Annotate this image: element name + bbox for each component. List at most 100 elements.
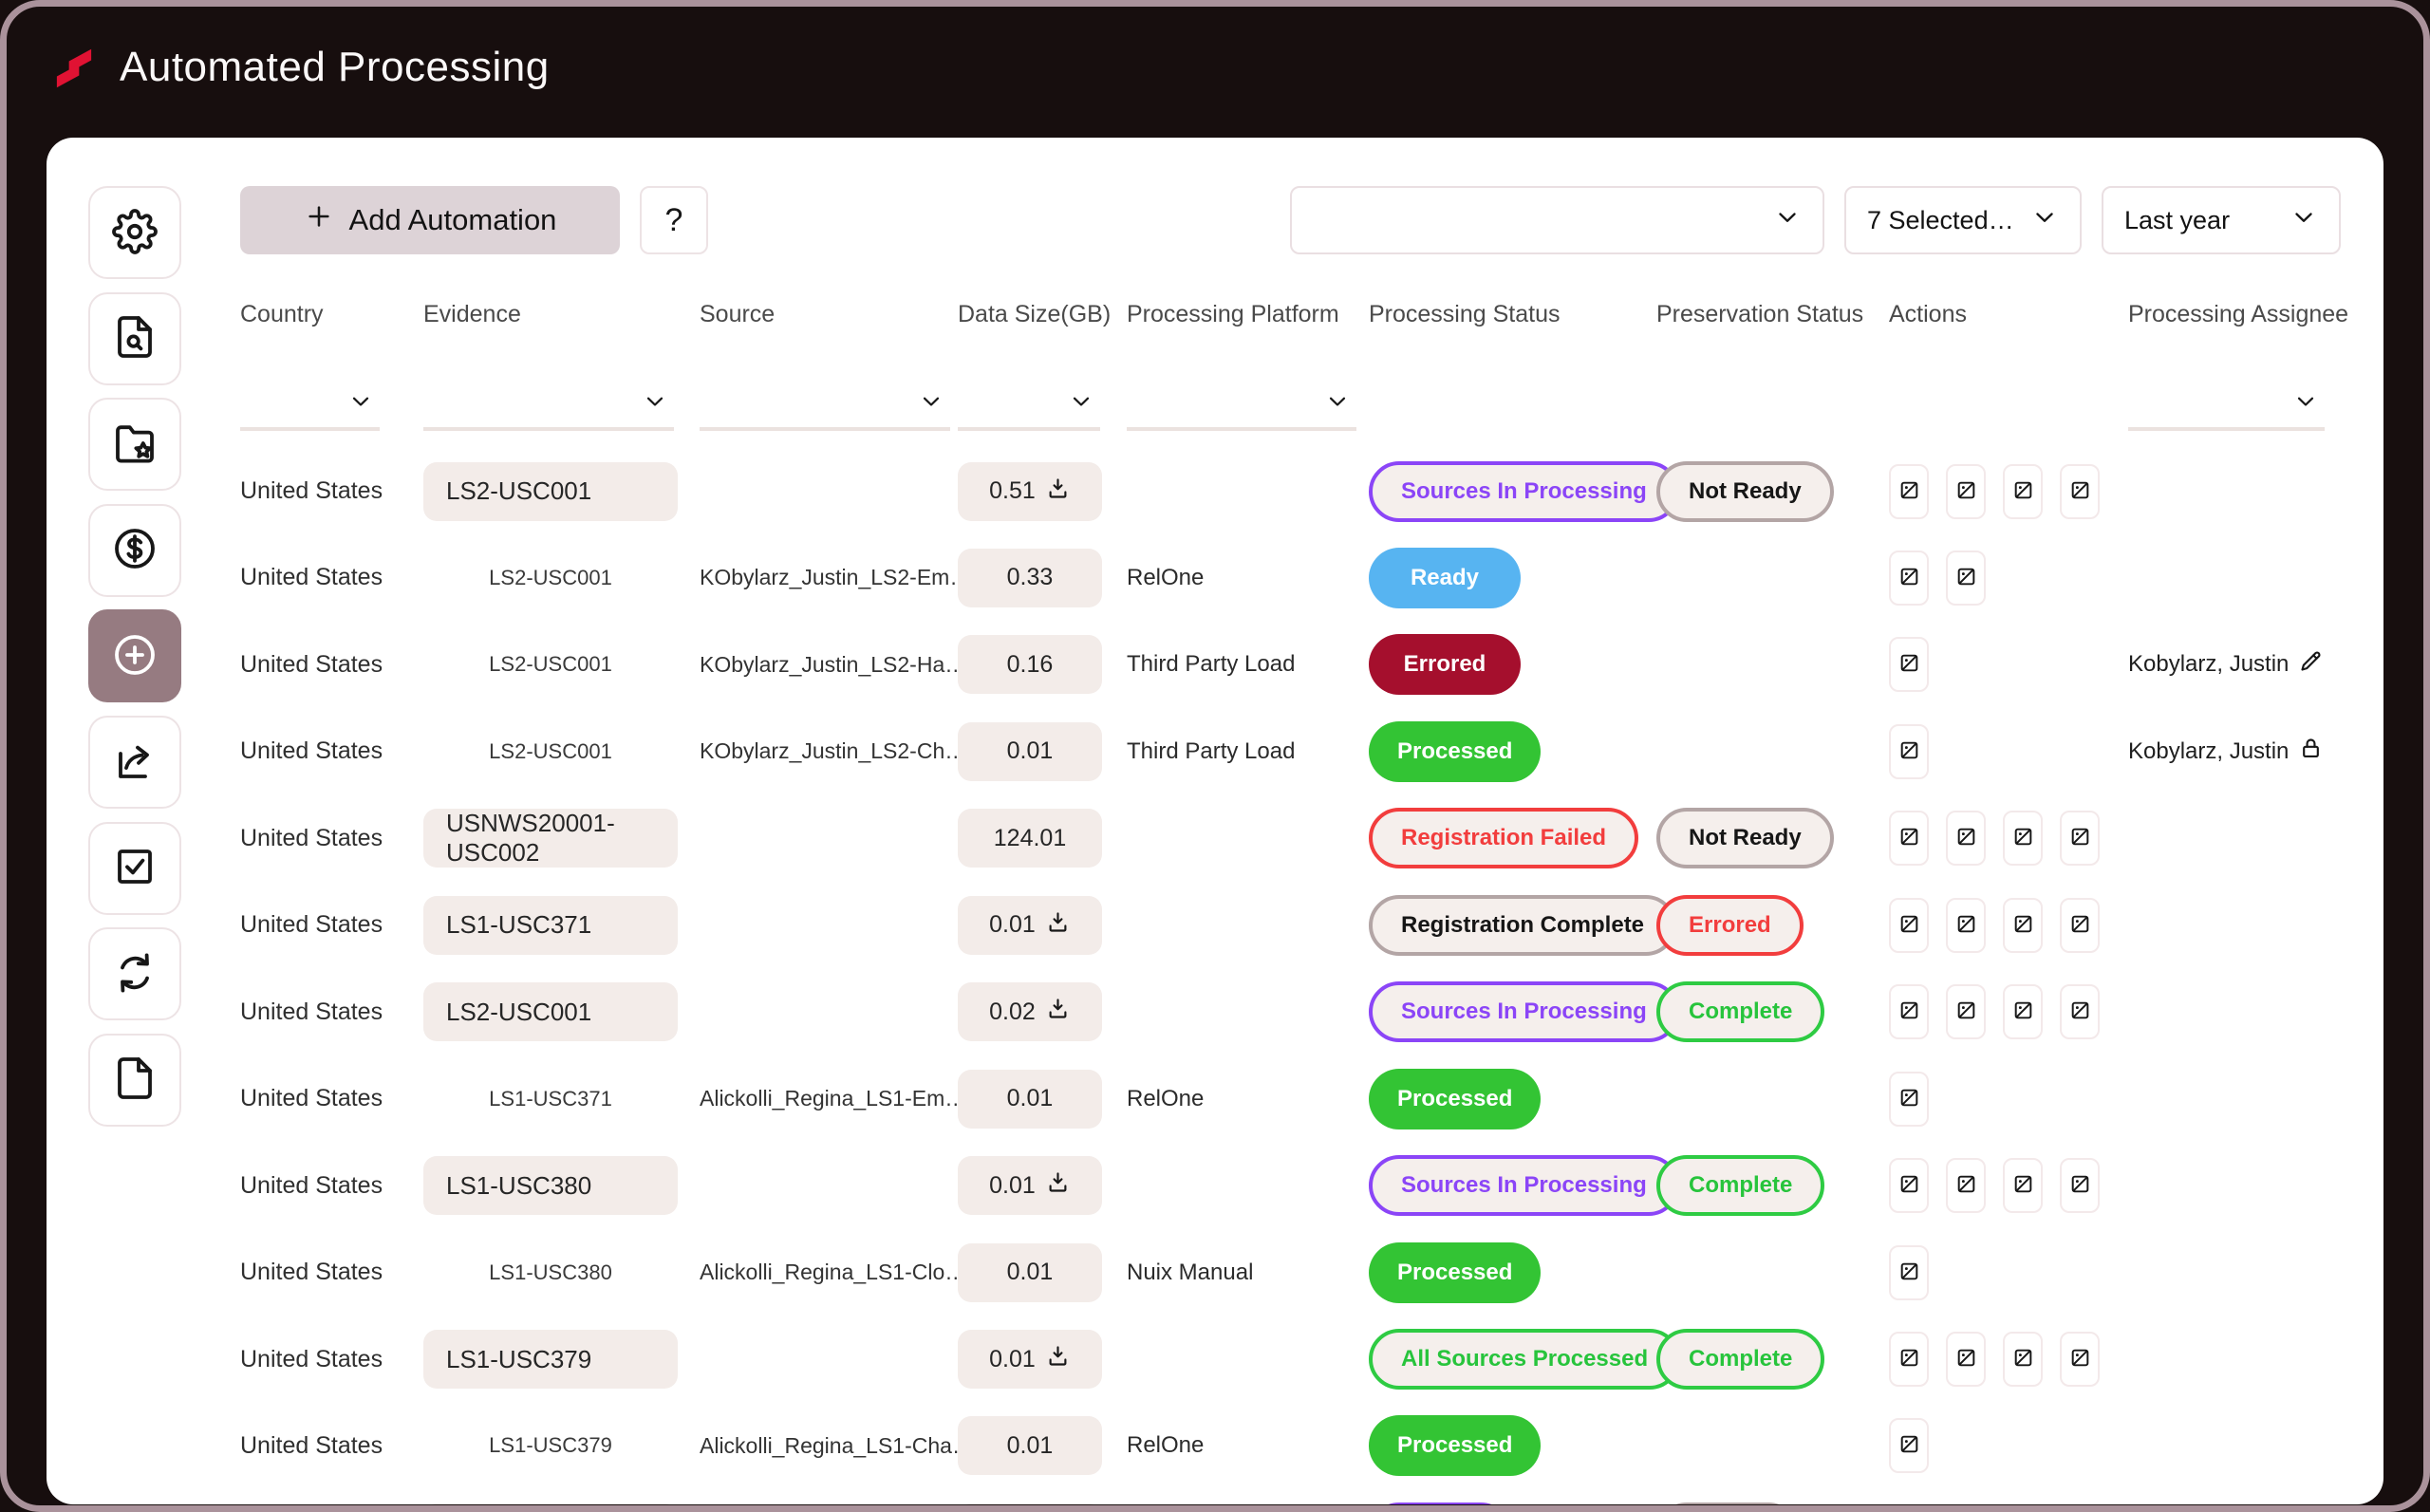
actions-cell [1889,969,2100,1055]
filter-chevron-down-icon-processing-platform[interactable] [1324,388,1351,420]
action-button[interactable] [1946,551,1986,606]
action-button[interactable] [1889,898,1929,953]
action-button[interactable] [1889,464,1929,519]
country-cell: United States [240,882,383,968]
actions-cell [1889,882,2100,968]
preservation-status-badge: Complete [1656,1329,1824,1390]
filter-chevron-down-icon-source[interactable] [918,388,944,420]
pencil-icon[interactable] [2298,648,2324,681]
evidence-chip[interactable]: LS2-USC001 [423,462,678,521]
action-button[interactable] [1889,637,1929,692]
broken-image-icon [1954,825,1978,851]
download-icon[interactable] [1045,1343,1071,1375]
download-icon[interactable] [1045,996,1071,1028]
filter-chevron-down-icon-evidence[interactable] [642,388,668,420]
action-button[interactable] [2003,464,2043,519]
evidence-chip[interactable]: LS1-USC380 [423,1156,678,1215]
source-label: KObylarz_Justin_LS2-Ha… [700,622,966,708]
filter-input-processing-platform[interactable] [1127,427,1356,431]
action-button[interactable] [2003,1158,2043,1213]
column-header-country: Country [240,301,324,328]
filter-input-country[interactable] [240,427,380,431]
action-button[interactable] [2003,984,2043,1039]
processing-status-badge[interactable]: Processed [1369,1069,1541,1129]
action-button[interactable] [1889,1245,1929,1300]
status-filter-dropdown[interactable]: 7 Selected… [1844,186,2082,254]
action-button[interactable] [2003,811,2043,866]
action-button[interactable] [1889,724,1929,779]
broken-image-icon [1954,1346,1978,1372]
processing-status-badge[interactable]: All Sources Processed [1369,1329,1680,1390]
processing-status-badge[interactable]: Processed [1369,1242,1541,1303]
processing-status-badge[interactable] [1369,1503,1511,1504]
sidebar-item-gear[interactable] [88,186,181,279]
action-button[interactable] [2060,1158,2100,1213]
data-size-chip[interactable]: 0.01 [958,896,1102,955]
action-button[interactable] [2060,898,2100,953]
processing-status-badge[interactable]: Sources In Processing [1369,1155,1679,1216]
preservation-status-cell: Complete [1656,1316,1824,1403]
source-label: KObylarz_Justin_LS2-Em… [700,534,971,621]
action-button[interactable] [1889,1158,1929,1213]
filter-input-source[interactable] [700,427,950,431]
processing-status-badge[interactable]: Processed [1369,1415,1541,1476]
evidence-chip[interactable]: LS1-USC371 [423,896,678,955]
filter-chevron-down-icon-data-size-gb-[interactable] [1068,388,1094,420]
processing-status-badge[interactable]: Registration Complete [1369,895,1676,956]
evidence-chip[interactable]: LS1-USC379 [423,1330,678,1389]
download-icon[interactable] [1045,476,1071,508]
data-size-value: 0.01 [1007,737,1054,765]
action-button[interactable] [1889,1332,1929,1387]
action-button[interactable] [1889,1418,1929,1473]
country-cell: United States [240,795,383,882]
column-header-evidence: Evidence [423,301,521,328]
evidence-cell: LS1-USC380 [423,1143,678,1229]
filter-chevron-down-icon-country[interactable] [347,388,374,420]
action-button[interactable] [1946,464,1986,519]
filter-input-evidence[interactable] [423,427,674,431]
data-size-chip[interactable]: 0.51 [958,462,1102,521]
add-automation-button[interactable]: Add Automation [240,186,620,254]
action-button[interactable] [1889,551,1929,606]
data-size-chip[interactable]: 0.01 [958,1330,1102,1389]
action-button[interactable] [2060,984,2100,1039]
action-button[interactable] [1946,1332,1986,1387]
processing-status-badge[interactable]: Processed [1369,721,1541,782]
country-cell: United States [240,969,383,1055]
action-button[interactable] [2060,464,2100,519]
evidence-cell: USNWS20001-USC002 [423,795,678,882]
processing-status-badge[interactable]: Ready [1369,548,1521,608]
evidence-chip[interactable]: USNWS20001-USC002 [423,809,678,868]
processing-status-badge[interactable]: Registration Failed [1369,808,1638,868]
action-button[interactable] [1889,984,1929,1039]
action-button[interactable] [1946,811,1986,866]
broken-image-icon [2068,999,2092,1025]
sidebar-item-file-search[interactable] [88,292,181,385]
help-button[interactable]: ? [640,186,708,254]
case-filter-dropdown[interactable] [1290,186,1824,254]
action-button[interactable] [2003,1332,2043,1387]
data-size-chip[interactable]: 0.01 [958,1156,1102,1215]
download-icon[interactable] [1045,909,1071,942]
processing-status-badge[interactable]: Sources In Processing [1369,981,1679,1042]
period-filter-dropdown[interactable]: Last year [2102,186,2341,254]
actions-cell [1889,708,1929,794]
evidence-chip[interactable]: LS2-USC001 [423,982,678,1041]
action-button[interactable] [1946,1158,1986,1213]
filter-chevron-down-icon-processing-assignee[interactable] [2292,388,2319,420]
column-header-source: Source [700,301,775,328]
action-button[interactable] [2060,1332,2100,1387]
download-icon[interactable] [1045,1169,1071,1202]
action-button[interactable] [1889,1072,1929,1127]
action-button[interactable] [1946,898,1986,953]
evidence-chip[interactable] [423,1503,678,1504]
action-button[interactable] [1946,984,1986,1039]
action-button[interactable] [1889,811,1929,866]
action-button[interactable] [2060,811,2100,866]
data-size-chip[interactable]: 0.02 [958,982,1102,1041]
filter-input-data-size-gb-[interactable] [958,427,1100,431]
processing-status-badge[interactable]: Sources In Processing [1369,461,1679,522]
processing-status-badge[interactable]: Errored [1369,634,1521,695]
action-button[interactable] [2003,898,2043,953]
filter-input-processing-assignee[interactable] [2128,427,2325,431]
